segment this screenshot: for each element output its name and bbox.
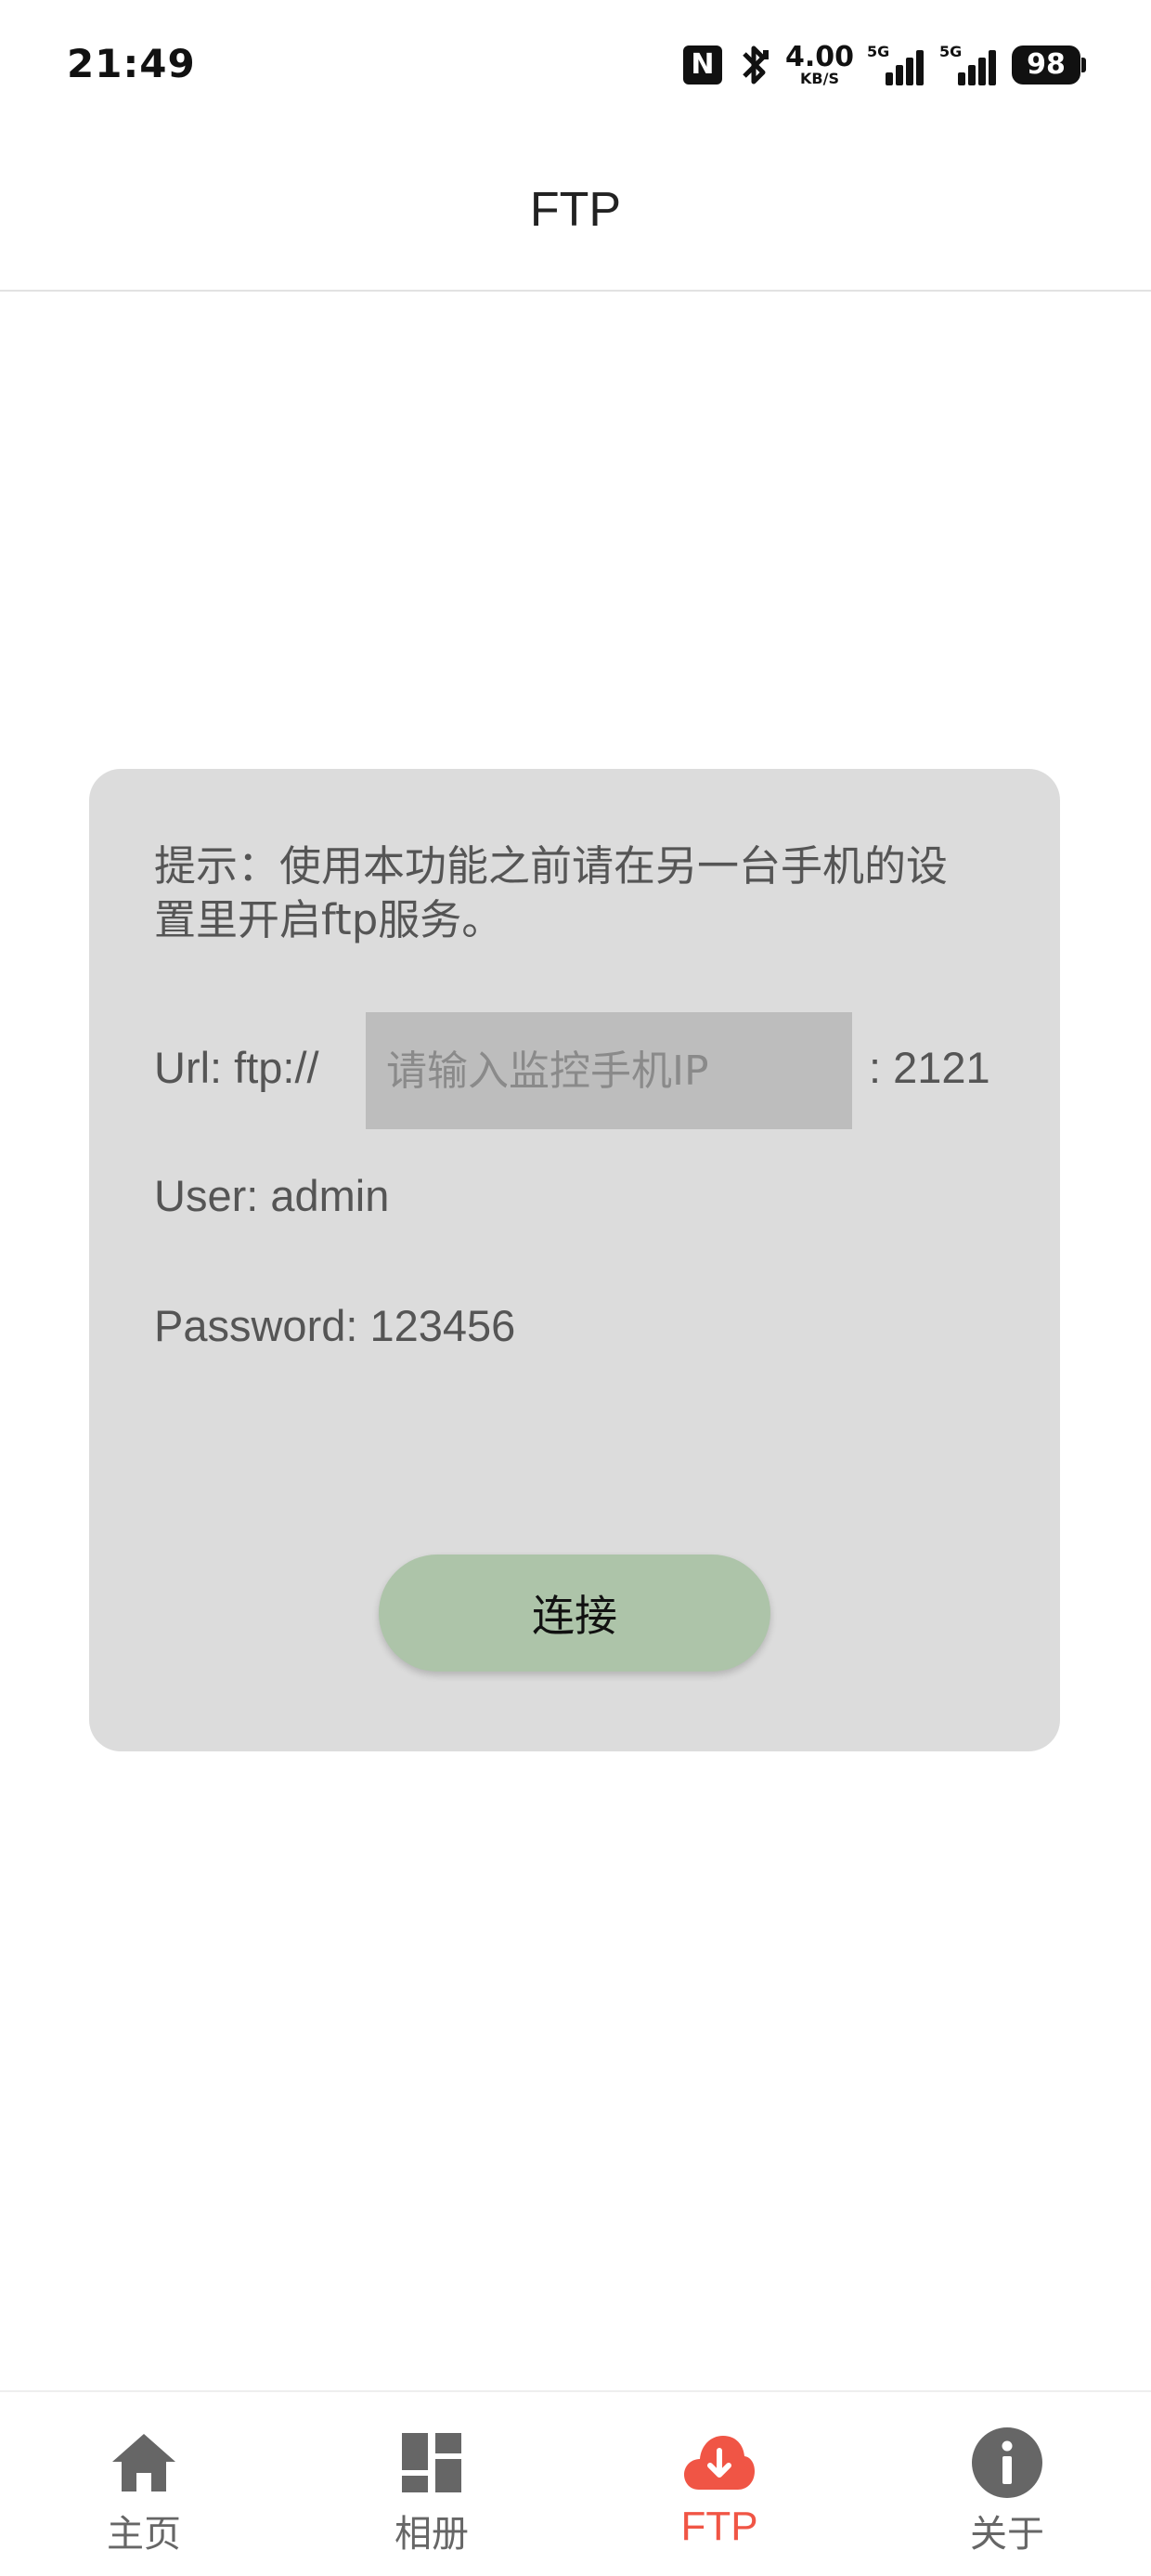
signal-5g-label: 5G [867,43,890,60]
nav-label-album: 相册 [394,2513,469,2556]
user-label: User: admin [154,1171,390,1220]
signal-5g-icon: 5G [867,43,926,87]
port-label: : 2121 [869,1043,990,1092]
nav-item-ftp[interactable]: FTP [576,2392,863,2576]
bluetooth-icon [735,43,772,87]
nav-label-ftp: FTP [680,2504,758,2549]
app-header: FTP [0,130,1151,292]
network-speed: 4.00 KB/S [785,44,854,86]
home-icon [107,2426,181,2500]
nav-label-about: 关于 [970,2513,1044,2556]
password-label: Password: 123456 [154,1301,516,1350]
page-title: FTP [529,183,622,237]
signal-5g-label-2: 5G [939,43,963,60]
tip-text: 提示：使用本功能之前请在另一台手机的设置里开启ftp服务。 [154,841,949,944]
nav-label-home: 主页 [107,2513,181,2556]
url-row: Url: ftp:// : 2121 [154,1012,1045,1129]
connect-button[interactable]: 连接 [379,1555,770,1672]
battery-icon: 98 [1012,46,1086,85]
ftp-connect-card: 提示：使用本功能之前请在另一台手机的设置里开启ftp服务。 Url: ftp:/… [89,769,1060,1751]
status-bar: 21:49 N 4.00 KB/S 5G 5G 98 [0,0,1151,130]
bottom-nav: 主页 相册 FTP 关于 [0,2390,1151,2576]
nav-item-home[interactable]: 主页 [0,2392,288,2576]
signal-5g-data-icon: 5G [939,43,999,87]
status-icons: N 4.00 KB/S 5G 5G 98 [682,39,1086,91]
nfc-icon: N [682,46,722,85]
network-speed-unit: KB/S [800,70,839,87]
nav-item-about[interactable]: 关于 [863,2392,1151,2576]
ip-input[interactable] [366,1012,852,1129]
url-label: Url: ftp:// [154,1043,319,1092]
cloud-download-icon [682,2426,757,2500]
nav-item-album[interactable]: 相册 [288,2392,576,2576]
info-icon [970,2426,1044,2500]
status-time: 21:49 [67,41,196,86]
network-speed-value: 4.00 [784,41,854,73]
dashboard-icon [394,2426,469,2500]
